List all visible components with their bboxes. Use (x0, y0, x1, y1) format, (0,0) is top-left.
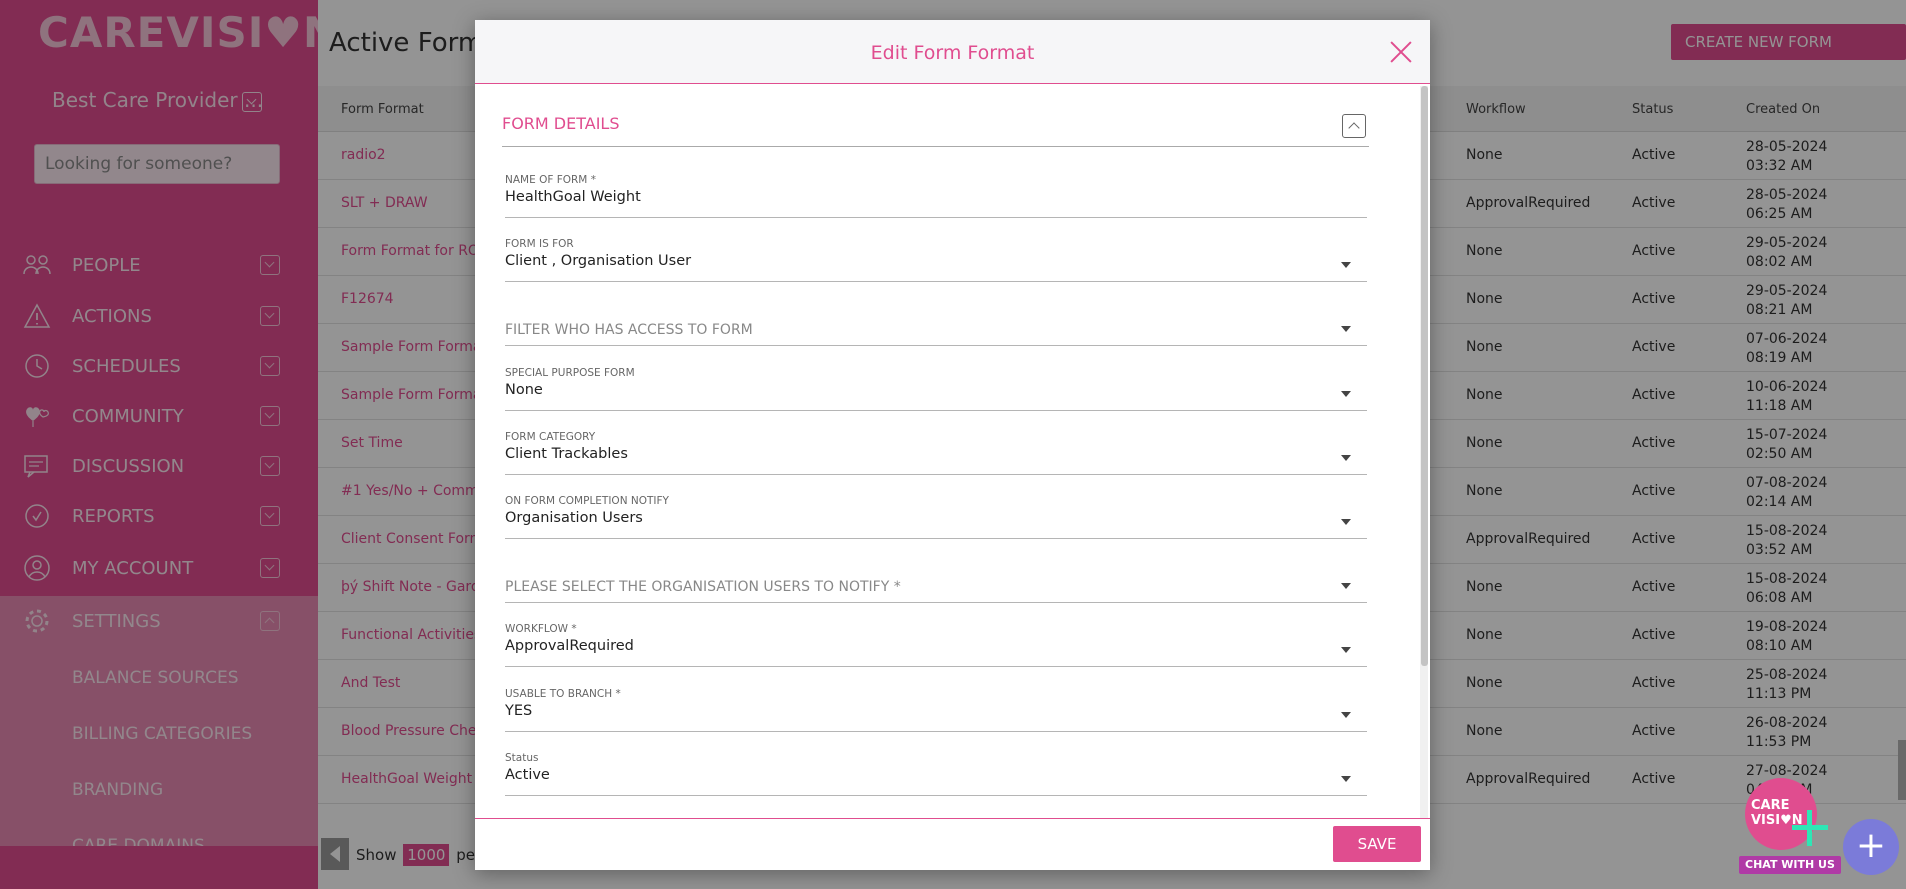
caret-down-icon[interactable] (1341, 455, 1351, 461)
modal-title: Edit Form Format (870, 42, 1035, 64)
section-divider (502, 146, 1369, 147)
chat-with-us-label[interactable]: CHAT WITH US (1739, 856, 1841, 874)
field-placeholder[interactable]: FILTER WHO HAS ACCESS TO FORM (505, 322, 753, 338)
field-value[interactable]: Client , Organisation User (505, 253, 691, 269)
field-label: NAME OF FORM * (505, 174, 596, 186)
caret-down-icon[interactable] (1341, 583, 1351, 589)
field-placeholder[interactable]: PLEASE SELECT THE ORGANISATION USERS TO … (505, 579, 901, 595)
caret-down-icon[interactable] (1341, 326, 1351, 332)
caret-down-icon[interactable] (1341, 262, 1351, 268)
caret-down-icon[interactable] (1341, 776, 1351, 782)
edit-form-format-modal: Edit Form Format FORM DETAILS NAME OF FO… (475, 20, 1430, 870)
chevron-up-icon[interactable] (1342, 114, 1366, 138)
caret-down-icon[interactable] (1341, 647, 1351, 653)
field-label: FORM IS FOR (505, 238, 574, 250)
field-label: SPECIAL PURPOSE FORM (505, 367, 635, 379)
modal-body: FORM DETAILS NAME OF FORM * HealthGoal We… (475, 84, 1430, 818)
modal-scrollbar-thumb[interactable] (1421, 86, 1428, 666)
field-label: Status (505, 752, 539, 764)
select-status[interactable]: Status Active (505, 752, 1367, 796)
field-value[interactable]: ApprovalRequired (505, 638, 634, 654)
select-usable-to-branch[interactable]: USABLE TO BRANCH * YES (505, 688, 1367, 732)
field-value[interactable]: YES (505, 703, 532, 719)
section-title-form-details: FORM DETAILS (502, 114, 620, 133)
select-special-purpose-form[interactable]: SPECIAL PURPOSE FORM None (505, 367, 1367, 411)
modal-header: Edit Form Format (475, 20, 1430, 84)
field-value[interactable]: Active (505, 767, 550, 783)
field-value[interactable]: Client Trackables (505, 446, 628, 462)
input-name-of-form[interactable]: NAME OF FORM * HealthGoal Weight (505, 174, 1367, 218)
field-value[interactable]: HealthGoal Weight (505, 189, 641, 205)
field-label: USABLE TO BRANCH * (505, 688, 621, 700)
field-label: WORKFLOW * (505, 623, 577, 635)
select-on-form-completion-notify[interactable]: ON FORM COMPLETION NOTIFY Organisation Us… (505, 495, 1367, 539)
select-workflow[interactable]: WORKFLOW * ApprovalRequired (505, 623, 1367, 667)
plus-icon[interactable] (1790, 808, 1830, 848)
save-button[interactable]: SAVE (1333, 826, 1421, 862)
select-form-is-for[interactable]: FORM IS FOR Client , Organisation User (505, 238, 1367, 282)
select-form-category[interactable]: FORM CATEGORY Client Trackables (505, 431, 1367, 475)
field-value[interactable]: Organisation Users (505, 510, 643, 526)
caret-down-icon[interactable] (1341, 519, 1351, 525)
close-icon[interactable] (1389, 40, 1413, 64)
select-filter-who-has-access-to-form[interactable]: FILTER WHO HAS ACCESS TO FORM (505, 302, 1367, 346)
modal-footer: SAVE (475, 818, 1430, 870)
field-value[interactable]: None (505, 382, 543, 398)
add-fab-button[interactable]: + (1843, 819, 1899, 875)
field-label: ON FORM COMPLETION NOTIFY (505, 495, 669, 507)
select-please-select-the-organisation-users-to-notify[interactable]: PLEASE SELECT THE ORGANISATION USERS TO … (505, 559, 1367, 603)
caret-down-icon[interactable] (1341, 391, 1351, 397)
field-label: FORM CATEGORY (505, 431, 596, 443)
caret-down-icon[interactable] (1341, 712, 1351, 718)
